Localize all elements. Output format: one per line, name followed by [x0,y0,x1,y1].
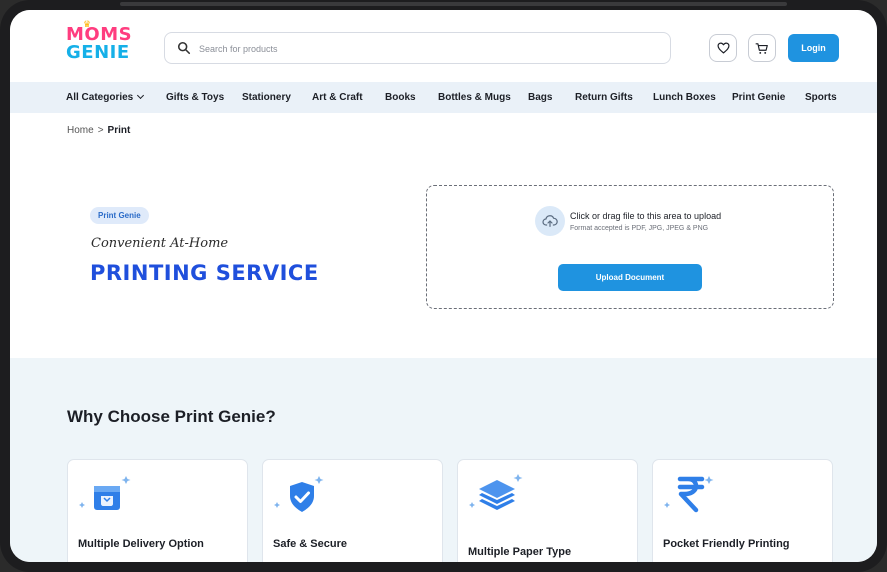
print-genie-badge: Print Genie [90,207,149,224]
wishlist-button[interactable] [709,34,737,62]
feature-card-paper: Multiple Paper Type [457,459,638,562]
chevron-down-icon [137,91,145,100]
nav-item-label: All Categories [66,92,134,103]
logo-text-genie: GENIE [66,42,130,63]
upload-instructions: Click or drag file to this area to uploa… [570,211,722,221]
rupee-icon [664,476,714,513]
hero-title: PRINTING SERVICE [90,261,319,285]
nav-item-books[interactable]: Books [385,92,416,103]
nav-item-return-gifts[interactable]: Return Gifts [575,92,633,103]
category-nav: All Categories Gifts & Toys Stationery A… [10,82,877,113]
feature-card-pocket-friendly: Pocket Friendly Printing [652,459,833,562]
upload-dropzone[interactable]: Click or drag file to this area to uploa… [426,185,834,309]
nav-item-all-categories[interactable]: All Categories [66,91,145,103]
nav-item-bottles-mugs[interactable]: Bottles & Mugs [438,92,511,103]
hero-tagline: Convenient At-Home [91,236,229,251]
cloud-upload-icon [535,206,565,236]
breadcrumb: Home > Print [67,125,130,136]
feature-card-title: Safe & Secure [273,538,347,550]
nav-item-print-genie[interactable]: Print Genie [732,92,785,103]
cart-icon [755,42,768,54]
feature-card-delivery: Multiple Delivery Option [67,459,248,562]
breadcrumb-separator: > [97,125,104,136]
breadcrumb-current: Print [107,125,131,136]
nav-item-sports[interactable]: Sports [805,92,837,103]
search-icon [177,41,191,55]
upload-document-button[interactable]: Upload Document [558,264,702,291]
search-bar[interactable] [164,32,671,64]
search-input[interactable] [199,39,649,59]
feature-card-secure: Safe & Secure [262,459,443,562]
screen: ♛ MOMS GENIE Search for products Login A… [10,10,877,562]
moms-genie-logo[interactable]: ♛ MOMS GENIE [66,19,132,66]
upload-formats: Format accepted is PDF, JPG, JPEG & PNG [570,225,709,232]
delivery-box-icon [79,476,131,510]
nav-item-bags[interactable]: Bags [528,92,552,103]
layers-icon [469,474,523,510]
nav-item-art-craft[interactable]: Art & Craft [312,92,363,103]
cart-button[interactable] [748,34,776,62]
feature-card-title: Multiple Delivery Option [78,538,204,550]
tablet-frame: ♛ MOMS GENIE Search for products Login A… [0,0,887,572]
nav-item-lunch-boxes[interactable]: Lunch Boxes [653,92,716,103]
heart-icon [716,42,730,54]
shield-check-icon [274,476,324,512]
feature-card-title: Pocket Friendly Printing [663,538,790,550]
login-button[interactable]: Login [788,34,839,62]
why-choose-section: Why Choose Print Genie? Multiple Deliver… [10,358,877,562]
site-header: ♛ MOMS GENIE Search for products Login [10,10,877,82]
nav-item-gifts-toys[interactable]: Gifts & Toys [166,92,224,103]
why-choose-title: Why Choose Print Genie? [67,407,276,426]
breadcrumb-home[interactable]: Home [67,125,94,136]
feature-card-title: Multiple Paper Type [468,546,572,558]
nav-item-stationery[interactable]: Stationery [242,92,291,103]
